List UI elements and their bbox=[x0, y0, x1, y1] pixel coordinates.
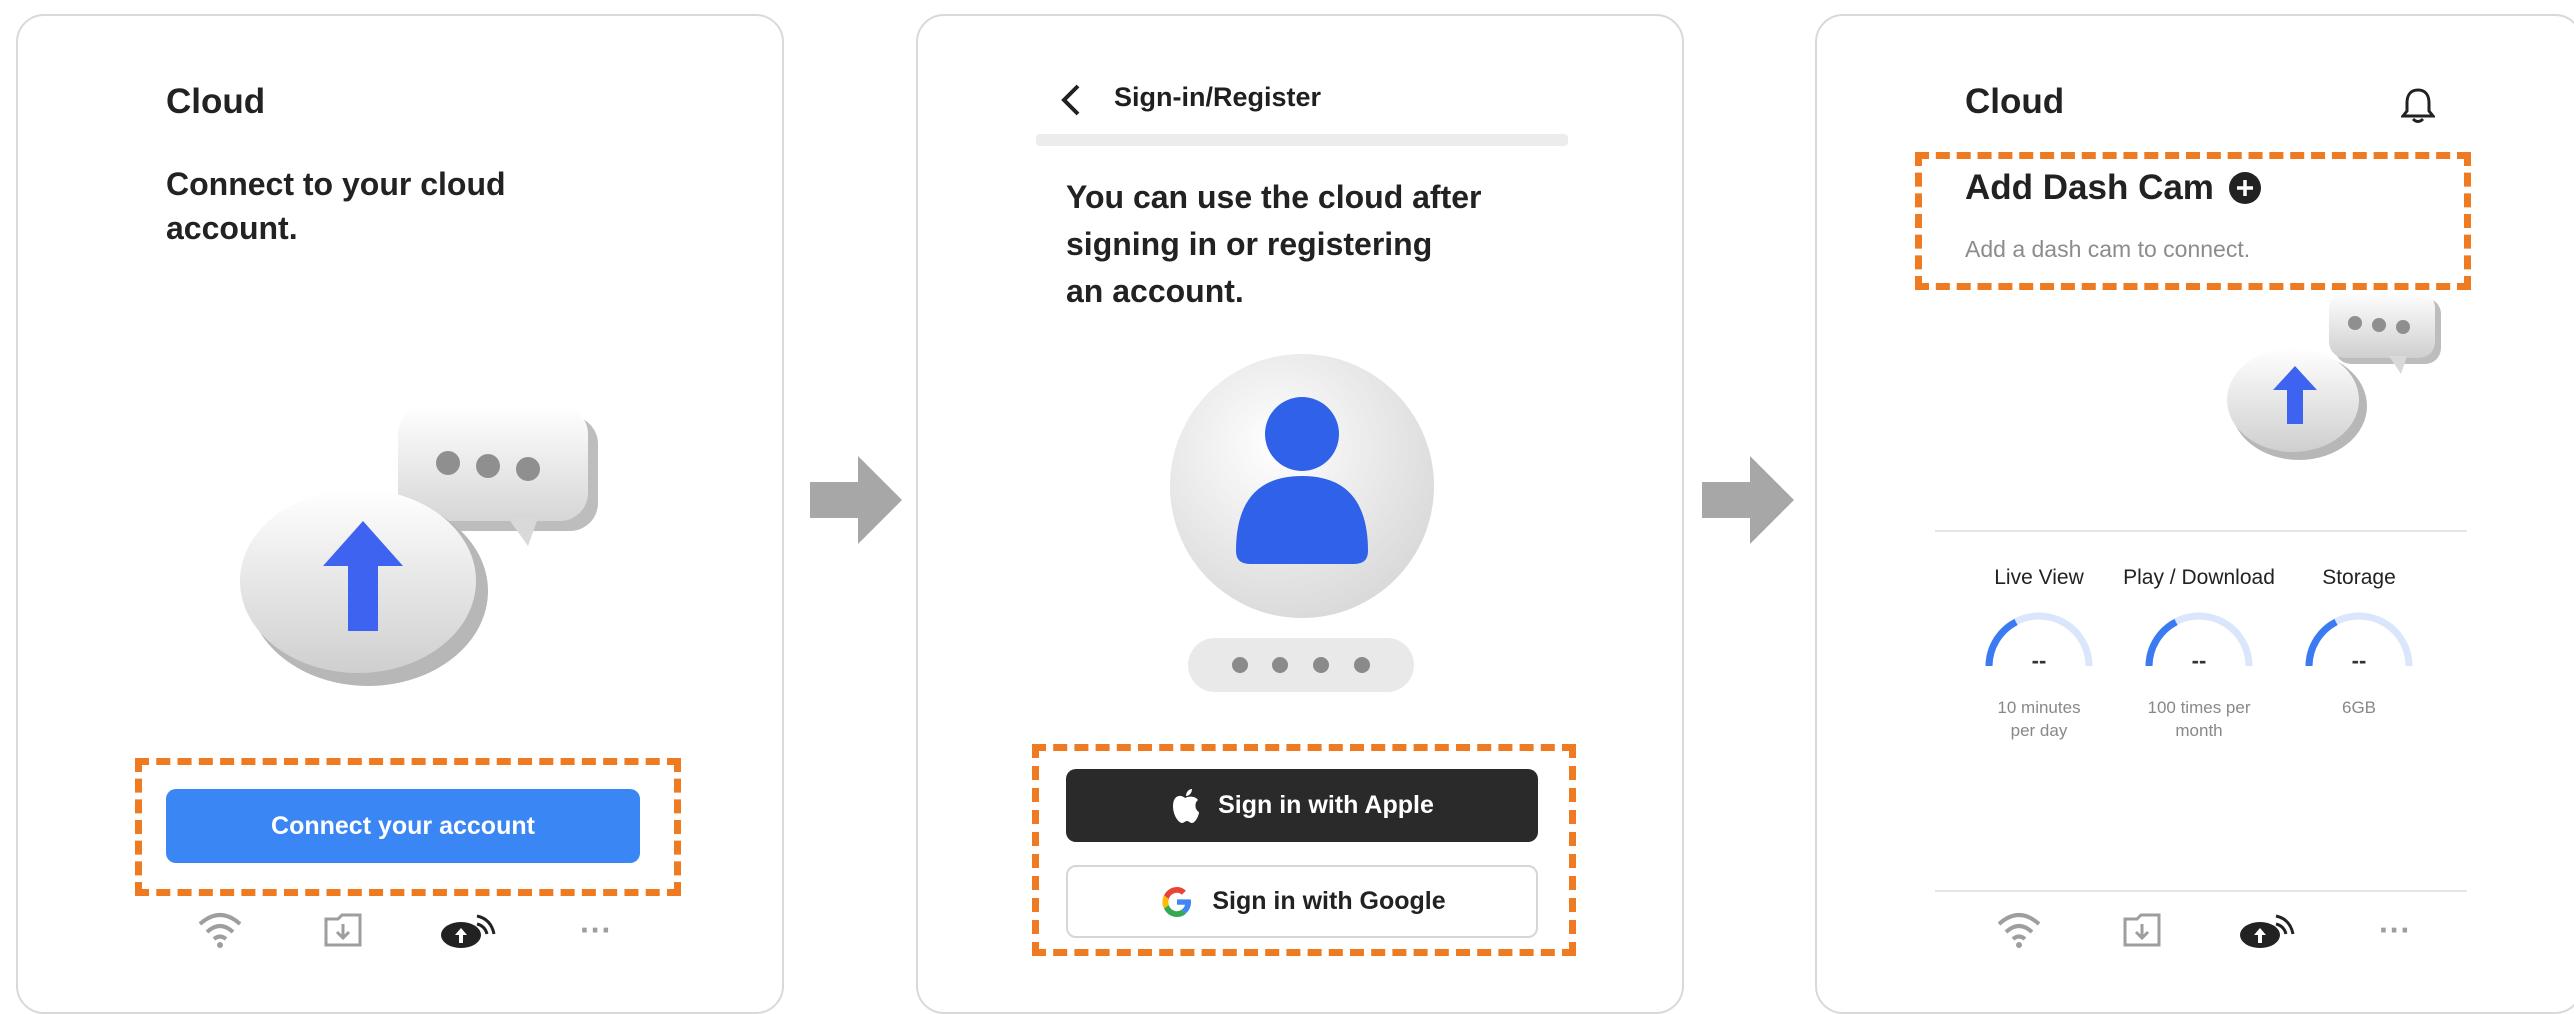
header-title: Sign-in/Register bbox=[1114, 82, 1322, 112]
chat-bubble-icon bbox=[2329, 292, 2441, 374]
back-icon[interactable] bbox=[1058, 82, 1084, 118]
wifi-icon bbox=[198, 913, 242, 948]
cloud-upload-icon bbox=[2227, 348, 2367, 460]
sign-in-google-button[interactable]: Sign in with Google bbox=[1066, 865, 1538, 938]
screen-cloud-connect: Cloud Connect to your cloud account. Con… bbox=[16, 14, 784, 1014]
apple-icon bbox=[1173, 788, 1200, 823]
page-title: Cloud bbox=[1965, 82, 2065, 121]
headline: Connect to your cloud account. bbox=[166, 162, 506, 250]
bell-icon[interactable] bbox=[2401, 86, 2435, 124]
headline-line: account. bbox=[166, 210, 298, 246]
cloud-chat-illustration bbox=[240, 406, 598, 686]
gauge-value-storage: -- bbox=[2351, 648, 2367, 673]
password-dots bbox=[1188, 638, 1414, 692]
more-icon[interactable]: ··· bbox=[566, 906, 626, 954]
page-title: Cloud bbox=[166, 82, 266, 121]
gauge-sub-line: 100 times per bbox=[2147, 698, 2251, 717]
headline-line: Connect to your cloud bbox=[166, 166, 506, 202]
gauge-value-live-view: -- bbox=[2031, 648, 2047, 673]
gauge-sub-line: per day bbox=[2010, 721, 2068, 740]
add-dash-cam-row[interactable]: Add Dash Cam bbox=[1965, 168, 2262, 208]
divider bbox=[1935, 530, 2467, 532]
headline-line: You can use the cloud after bbox=[1066, 179, 1482, 215]
next-arrow-icon bbox=[1702, 456, 1794, 544]
user-avatar-illustration bbox=[1170, 354, 1434, 618]
wifi-tab[interactable] bbox=[190, 906, 250, 954]
connect-account-button[interactable]: Connect your account bbox=[166, 789, 640, 863]
apple-button-label: Sign in with Apple bbox=[1218, 791, 1434, 819]
sign-in-apple-button[interactable]: Sign in with Apple bbox=[1066, 769, 1538, 842]
plus-circle-icon[interactable] bbox=[2228, 171, 2262, 205]
google-button-label: Sign in with Google bbox=[1212, 887, 1446, 915]
gauge-sub-storage: 6GB bbox=[2279, 696, 2439, 719]
user-icon-head bbox=[1265, 397, 1339, 471]
add-dash-cam-subtitle: Add a dash cam to connect. bbox=[1965, 236, 2251, 262]
add-dash-cam-title: Add Dash Cam bbox=[1965, 168, 2214, 207]
gauge-sub-play-download: 100 times per month bbox=[2119, 696, 2279, 742]
cloud-upload-icon bbox=[2240, 914, 2295, 948]
divider bbox=[1935, 890, 2467, 892]
gauge-value-play-download: -- bbox=[2191, 648, 2207, 673]
wifi-icon bbox=[1997, 913, 2041, 948]
download-tab[interactable] bbox=[313, 906, 373, 954]
download-tab[interactable] bbox=[2112, 906, 2172, 954]
gauge-sub-line: 10 minutes bbox=[1997, 698, 2081, 717]
more-icon[interactable]: ··· bbox=[2365, 906, 2425, 954]
screen-cloud-dashboard: Cloud Add Dash Cam Add a dash cam to con… bbox=[1815, 14, 2574, 1014]
gauge-sub-line: 6GB bbox=[2341, 698, 2377, 717]
gauge-label-storage: Storage bbox=[2322, 566, 2396, 589]
download-folder-icon bbox=[324, 913, 362, 947]
headline-line: an account. bbox=[1066, 273, 1244, 309]
wifi-tab[interactable] bbox=[1989, 906, 2049, 954]
google-icon bbox=[1162, 886, 1192, 917]
progress-bar bbox=[1036, 134, 1568, 146]
gauge-sub-live-view: 10 minutes per day bbox=[1959, 696, 2119, 742]
gauge-sub-line: month bbox=[2175, 721, 2223, 740]
headline: You can use the cloud after signing in o… bbox=[1066, 174, 1481, 315]
headline-line: signing in or registering bbox=[1066, 226, 1433, 262]
screen-sign-in: Sign-in/Register You can use the cloud a… bbox=[916, 14, 1684, 1014]
bottom-tab-bar: ··· bbox=[1817, 906, 2574, 966]
cloud-chat-illustration bbox=[2227, 292, 2441, 460]
next-arrow-icon bbox=[810, 456, 902, 544]
cloud-upload-icon bbox=[441, 914, 496, 948]
gauge-label-play-download: Play / Download bbox=[2123, 566, 2275, 589]
gauge-label-live-view: Live View bbox=[1994, 566, 2084, 589]
cloud-tab[interactable] bbox=[2237, 906, 2297, 954]
bottom-tab-bar: ··· bbox=[18, 906, 782, 966]
cloud-tab[interactable] bbox=[438, 906, 498, 954]
download-folder-icon bbox=[2123, 913, 2161, 947]
